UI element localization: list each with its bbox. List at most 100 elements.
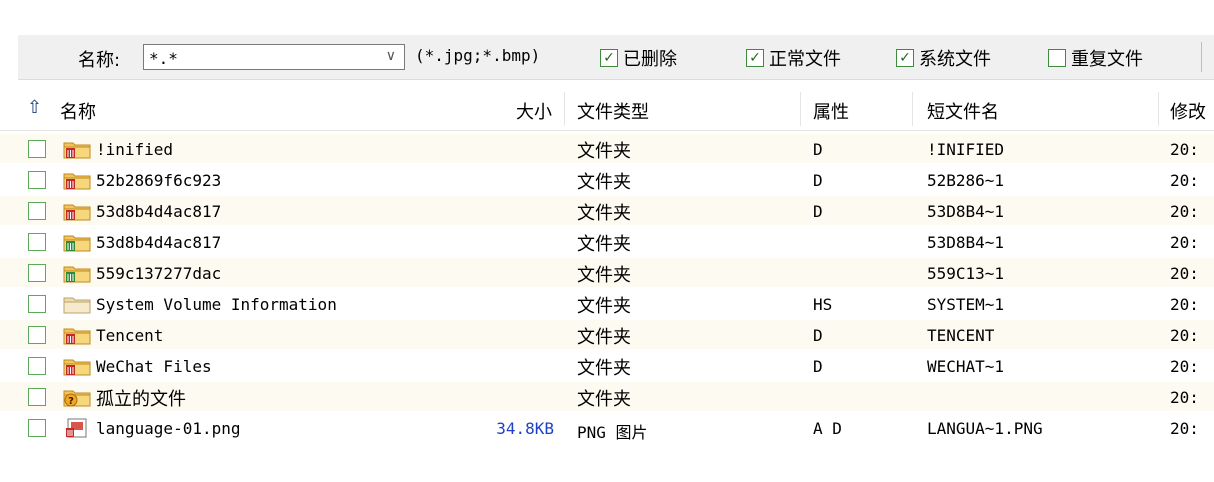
file-type: 文件夹 — [577, 265, 631, 286]
file-row[interactable]: WeChat Files 文件夹 D WECHAT~1 20: — [0, 351, 1214, 380]
modified-date: 20: — [1170, 388, 1199, 407]
recoverable-folder-icon — [63, 232, 91, 252]
sort-up-icon[interactable]: ⇧ — [27, 97, 42, 118]
modified-date: 20: — [1170, 140, 1199, 159]
short-file-name: LANGUA~1.PNG — [927, 419, 1043, 438]
row-checkbox[interactable] — [28, 295, 46, 313]
file-attributes: D — [813, 357, 823, 376]
file-size: 34.8KB — [496, 419, 554, 438]
column-divider[interactable] — [912, 92, 913, 126]
normal-files-checkbox-label: 正常文件 — [769, 49, 841, 70]
row-checkbox[interactable] — [28, 202, 46, 220]
row-checkbox[interactable] — [28, 171, 46, 189]
modified-date: 20: — [1170, 295, 1199, 314]
file-row[interactable]: !inified 文件夹 D !INIFIED 20: — [0, 134, 1214, 163]
file-attributes: A D — [813, 419, 842, 438]
file-row[interactable]: 53d8b4d4ac817 文件夹 53D8B4~1 20: — [0, 227, 1214, 256]
name-filter-combobox[interactable]: ∨ — [143, 44, 405, 70]
file-attributes: D — [813, 326, 823, 345]
deleted-folder-icon — [63, 201, 91, 221]
short-file-name: 53D8B4~1 — [927, 202, 1005, 221]
system-folder-icon — [63, 294, 91, 314]
check-icon[interactable]: ✓ — [600, 49, 618, 67]
file-type: PNG 图片 — [577, 423, 648, 442]
name-filter-input[interactable] — [147, 46, 371, 70]
file-row[interactable]: ? 孤立的文件 文件夹 20: — [0, 382, 1214, 411]
short-file-name: 559C13~1 — [927, 264, 1005, 283]
file-row[interactable]: 559c137277dac 文件夹 559C13~1 20: — [0, 258, 1214, 287]
file-type: 文件夹 — [577, 358, 631, 379]
check-icon[interactable]: ✓ — [896, 49, 914, 67]
file-attributes: HS — [813, 295, 833, 314]
file-name: 53d8b4d4ac817 — [96, 233, 222, 252]
file-attributes: D — [813, 171, 823, 190]
row-checkbox[interactable] — [28, 140, 46, 158]
deleted-folder-icon — [63, 139, 91, 159]
recoverable-folder-icon — [63, 263, 91, 283]
file-type: 文件夹 — [577, 327, 631, 348]
orphan-folder-icon: ? — [63, 387, 91, 407]
file-row[interactable]: 52b2869f6c923 文件夹 D 52B286~1 20: — [0, 165, 1214, 194]
file-row[interactable]: 53d8b4d4ac817 文件夹 D 53D8B4~1 20: — [0, 196, 1214, 225]
row-checkbox[interactable] — [28, 419, 46, 437]
short-file-name: 53D8B4~1 — [927, 233, 1005, 252]
svg-text:?: ? — [68, 396, 74, 407]
column-header-size[interactable]: 大小 — [516, 98, 552, 124]
modified-date: 20: — [1170, 202, 1199, 221]
file-row[interactable]: Tencent 文件夹 D TENCENT 20: — [0, 320, 1214, 349]
file-type: 文件夹 — [577, 172, 631, 193]
deleted-checkbox-label: 已删除 — [623, 49, 677, 70]
modified-date: 20: — [1170, 357, 1199, 376]
modified-date: 20: — [1170, 233, 1199, 252]
deleted-folder-icon — [63, 325, 91, 345]
short-file-name: !INIFIED — [927, 140, 1005, 159]
column-header-name[interactable]: 名称 — [60, 98, 96, 124]
row-checkbox[interactable] — [28, 264, 46, 282]
file-row[interactable]: language-01.png 34.8KB PNG 图片 A D LANGUA… — [0, 413, 1214, 442]
file-type: 文件夹 — [577, 141, 631, 162]
file-name: language-01.png — [96, 419, 241, 438]
file-name: 559c137277dac — [96, 264, 222, 283]
file-attributes: D — [813, 202, 823, 221]
modified-date: 20: — [1170, 326, 1199, 345]
row-checkbox[interactable] — [28, 326, 46, 344]
file-name: 53d8b4d4ac817 — [96, 202, 222, 221]
filter-toolbar: 名称: ∨ (*.jpg;*.bmp) ✓ 已删除 ✓ 正常文件 ✓ 系统文件 … — [18, 35, 1214, 80]
name-filter-label: 名称: — [78, 50, 121, 71]
row-checkbox[interactable] — [28, 357, 46, 375]
short-file-name: SYSTEM~1 — [927, 295, 1005, 314]
deleted-checkbox[interactable]: ✓ 已删除 — [600, 45, 677, 71]
file-name: !inified — [96, 140, 174, 159]
chevron-down-icon[interactable]: ∨ — [386, 48, 396, 64]
file-name: WeChat Files — [96, 357, 212, 376]
column-divider[interactable] — [800, 92, 801, 126]
file-list-header: ⇧ 名称 大小 文件类型 属性 短文件名 修改 — [0, 88, 1214, 131]
file-attributes: D — [813, 140, 823, 159]
file-name: Tencent — [96, 326, 164, 345]
modified-date: 20: — [1170, 419, 1199, 438]
file-name: System Volume Information — [96, 295, 337, 314]
column-header-type[interactable]: 文件类型 — [577, 98, 649, 124]
duplicate-files-checkbox[interactable]: 重复文件 — [1048, 45, 1143, 71]
column-header-attr[interactable]: 属性 — [813, 98, 849, 124]
file-name: 孤立的文件 — [96, 389, 186, 410]
unchecked-box-icon[interactable] — [1048, 49, 1066, 67]
column-divider[interactable] — [1158, 92, 1159, 126]
file-type: 文件夹 — [577, 389, 631, 410]
file-type: 文件夹 — [577, 203, 631, 224]
check-icon[interactable]: ✓ — [746, 49, 764, 67]
duplicate-files-checkbox-label: 重复文件 — [1071, 49, 1143, 70]
system-files-checkbox-label: 系统文件 — [919, 49, 991, 70]
file-name: 52b2869f6c923 — [96, 171, 222, 190]
deleted-folder-icon — [63, 170, 91, 190]
file-type: 文件夹 — [577, 234, 631, 255]
column-header-modified[interactable]: 修改 — [1170, 98, 1214, 124]
toolbar-divider — [1201, 42, 1202, 72]
normal-files-checkbox[interactable]: ✓ 正常文件 — [746, 45, 841, 71]
column-divider[interactable] — [564, 92, 565, 126]
row-checkbox[interactable] — [28, 233, 46, 251]
file-row[interactable]: System Volume Information 文件夹 HS SYSTEM~… — [0, 289, 1214, 318]
column-header-short-name[interactable]: 短文件名 — [927, 98, 999, 124]
row-checkbox[interactable] — [28, 388, 46, 406]
system-files-checkbox[interactable]: ✓ 系统文件 — [896, 45, 991, 71]
